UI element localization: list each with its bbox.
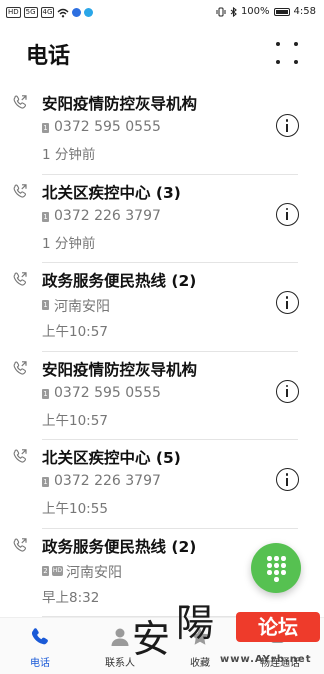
- info-icon-bar: [285, 477, 289, 486]
- call-log-list: 安阳疫情防控灰导机构 1 0372 595 0555 1 分钟前 北关区疾控中心…: [0, 86, 324, 617]
- info-icon-dot: [285, 384, 289, 388]
- contact-name: 安阳疫情防控灰导机构: [42, 95, 198, 113]
- call-time: 早上8:32: [42, 589, 100, 606]
- call-time: 上午10:57: [42, 324, 108, 340]
- info-icon-bar: [285, 212, 289, 220]
- call-details-button[interactable]: [276, 468, 299, 491]
- call-log-row[interactable]: 安阳疫情防控灰导机构 1 0372 595 0555 上午10:57: [0, 352, 324, 440]
- outgoing-call-icon: [13, 537, 27, 552]
- network-4g-chip: 4G: [40, 7, 55, 18]
- info-icon-dot: [285, 119, 289, 122]
- watermark-char: 陽: [176, 601, 215, 645]
- bluetooth-icon: [230, 6, 237, 17]
- info-icon-bar: [285, 389, 289, 397]
- outgoing-call-icon: [13, 183, 27, 198]
- forum-watermark: 安 陽 论坛 www.AYrb.net: [128, 588, 324, 674]
- call-log-row[interactable]: 安阳疫情防控灰导机构 1 0372 595 0555 1 分钟前: [0, 86, 324, 175]
- app-notification-icon: [84, 8, 94, 17]
- call-details-button[interactable]: [276, 114, 299, 137]
- watermark-url: www.AYrb.net: [220, 654, 312, 665]
- nav-label: 电话: [30, 658, 50, 669]
- hd-call-badge: HD: [52, 565, 63, 576]
- call-detail: 河南安阳: [66, 564, 122, 581]
- info-icon-dot: [285, 207, 289, 211]
- dialpad-dot-icon: [281, 570, 286, 575]
- outgoing-call-icon: [13, 272, 27, 286]
- call-detail: 河南安阳: [54, 299, 110, 315]
- hd-chip: HD: [6, 7, 21, 18]
- battery-icon: [273, 7, 290, 16]
- call-detail: 0372 595 0555: [54, 119, 161, 135]
- more-dot-icon: [276, 60, 280, 64]
- info-icon-bar: [285, 123, 289, 132]
- wifi-icon: [57, 8, 69, 17]
- vibrate-icon: [216, 7, 226, 16]
- more-menu-button[interactable]: [276, 42, 298, 64]
- status-bar: HD 5G 4G 100% 4:58: [0, 0, 324, 26]
- nav-tab-phone[interactable]: 电话: [0, 618, 80, 674]
- contact-name: 北关区疾控中心 (5): [42, 449, 181, 467]
- sim-card-icon: 1: [42, 388, 49, 399]
- dialpad-dot-icon: [281, 563, 286, 568]
- dialpad-dot-icon: [274, 556, 279, 561]
- more-dot-icon: [294, 60, 298, 64]
- info-icon-dot: [285, 473, 289, 476]
- more-dot-icon: [294, 42, 298, 46]
- contact-name: 安阳疫情防控灰导机构: [42, 360, 198, 379]
- more-dot-icon: [276, 42, 280, 46]
- dialpad-dot-icon: [274, 577, 279, 582]
- dialpad-dot-icon: [274, 570, 279, 575]
- contact-name: 北关区疾控中心 (3): [42, 183, 181, 202]
- clock: 4:58: [293, 6, 316, 17]
- call-log-row[interactable]: 北关区疾控中心 (5) 1 0372 226 3797 上午10:55: [0, 440, 324, 529]
- dialpad-dot-icon: [274, 563, 279, 568]
- page-title: 电话: [26, 44, 71, 69]
- info-icon-dot: [285, 296, 289, 299]
- contact-name: 政务服务便民热线 (2): [42, 537, 197, 556]
- watermark-badge: 论坛: [236, 612, 320, 642]
- status-bar-right: 100% 4:58: [216, 6, 316, 17]
- sim-card-icon: 1: [42, 300, 49, 310]
- call-time: 上午10:57: [42, 412, 108, 429]
- app-notification-icon: [72, 8, 82, 17]
- call-detail: 0372 226 3797: [54, 207, 161, 224]
- dialpad-dot-icon: [267, 556, 272, 561]
- contact-name: 政务服务便民热线 (2): [42, 272, 197, 290]
- call-time: 1 分钟前: [42, 235, 96, 252]
- info-icon-bar: [285, 300, 289, 309]
- sim-card-icon: 1: [42, 477, 49, 487]
- status-bar-left: HD 5G 4G: [6, 7, 94, 18]
- call-details-button[interactable]: [276, 202, 299, 226]
- sim-card-icon: 1: [42, 211, 49, 222]
- call-log-row[interactable]: 北关区疾控中心 (3) 1 0372 226 3797 1 分钟前: [0, 175, 324, 263]
- call-time: 上午10:55: [42, 501, 108, 517]
- network-5g-chip: 5G: [23, 7, 38, 18]
- dialpad-dot-icon: [267, 563, 272, 568]
- call-details-button[interactable]: [276, 379, 299, 403]
- call-log-row[interactable]: 政务服务便民热线 (2) 1 河南安阳 上午10:57: [0, 263, 324, 352]
- sim-card-icon: 2: [42, 565, 49, 576]
- call-detail: 0372 226 3797: [54, 473, 161, 489]
- outgoing-call-icon: [13, 95, 27, 109]
- sim-card-icon: 1: [42, 123, 49, 133]
- outgoing-call-icon: [13, 360, 27, 375]
- dialpad-dot-icon: [267, 570, 272, 575]
- battery-percent: 100%: [240, 6, 270, 17]
- call-details-button[interactable]: [276, 291, 299, 314]
- dialpad-dot-icon: [281, 556, 286, 561]
- dialpad-button[interactable]: [251, 543, 301, 593]
- call-detail: 0372 595 0555: [54, 384, 161, 401]
- phone-icon: [31, 628, 48, 645]
- outgoing-call-icon: [13, 449, 27, 463]
- call-time: 1 分钟前: [42, 147, 96, 163]
- watermark-char: 安: [132, 617, 171, 661]
